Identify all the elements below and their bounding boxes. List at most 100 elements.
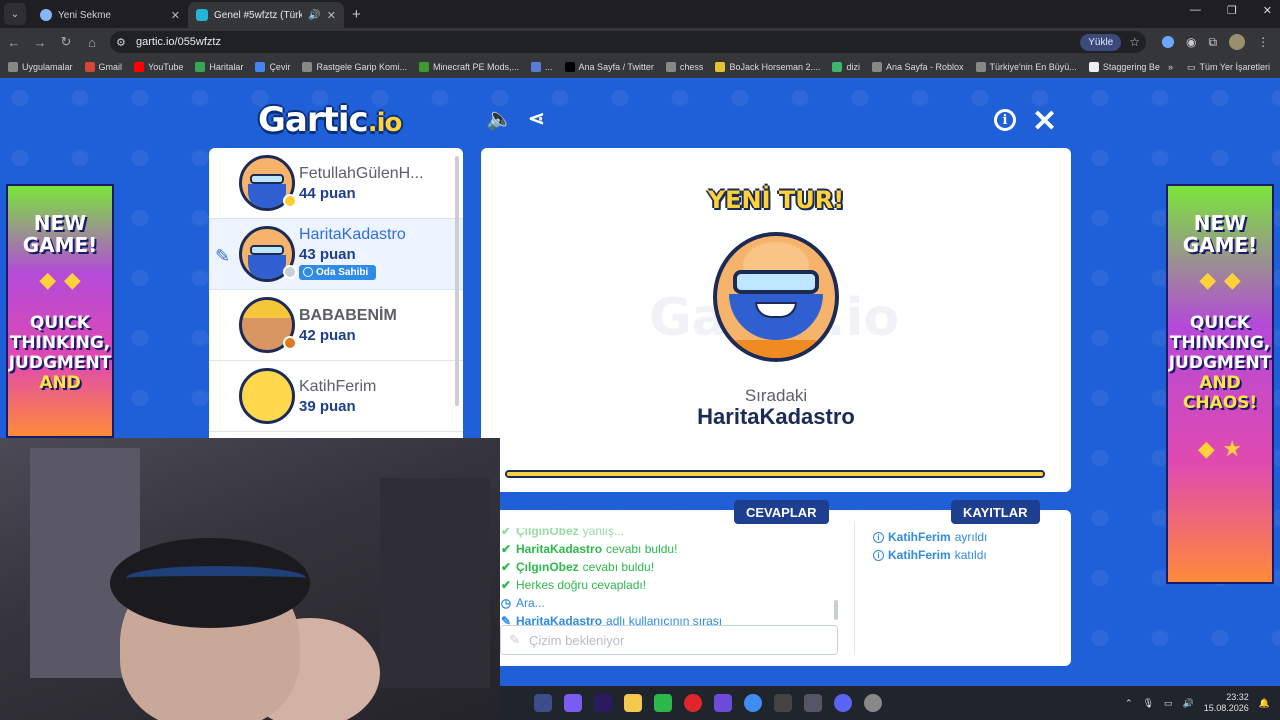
- bookmark-random[interactable]: Rastgele Garip Komi...: [302, 62, 407, 72]
- home-icon[interactable]: ⌂: [80, 35, 104, 50]
- address-bar[interactable]: ⚙ gartic.io/055wfztz Yükle ☆: [110, 31, 1146, 53]
- teams-icon[interactable]: [714, 694, 732, 712]
- player-status-badge: [283, 265, 297, 279]
- new-tab-button[interactable]: +: [352, 6, 361, 23]
- bookmark-gmail[interactable]: Gmail: [84, 62, 122, 72]
- extensions-puzzle-icon[interactable]: ⧉: [1208, 35, 1217, 50]
- taskbar-clock[interactable]: 23:32 15.08.2026: [1204, 692, 1249, 714]
- share-icon[interactable]: ⋖: [528, 106, 545, 131]
- close-window-icon[interactable]: ✕: [1263, 4, 1272, 17]
- tab-close-icon[interactable]: ✕: [171, 9, 180, 22]
- tab-new-tab[interactable]: Yeni Sekme ✕: [32, 2, 188, 28]
- file-explorer-icon[interactable]: [624, 694, 642, 712]
- chrome-icon[interactable]: [744, 694, 762, 712]
- tab-logs[interactable]: KAYITLAR: [951, 500, 1040, 524]
- answer-message: ◷ Ara...: [500, 596, 545, 610]
- site-info-icon[interactable]: ⚙: [116, 36, 132, 49]
- minecraft-icon: [419, 62, 429, 72]
- check-icon: ✔: [500, 560, 512, 574]
- bookmark-youtube[interactable]: YouTube: [134, 62, 183, 72]
- vpn-icon[interactable]: [654, 694, 672, 712]
- player-list-scrollbar[interactable]: [455, 156, 459, 406]
- player-name: KatihFerim: [299, 377, 377, 395]
- player-row[interactable]: KatihFerim 39 puan: [209, 361, 463, 432]
- reload-icon[interactable]: ↻: [54, 34, 78, 50]
- ad-body: QUICK THINKING, JUDGMENT AND CHAOS!: [1168, 313, 1272, 413]
- bookmark-icon: [531, 62, 542, 72]
- bookmark-roblox[interactable]: Ana Sayfa - Roblox: [872, 62, 964, 72]
- bookmark-misc[interactable]: ...: [531, 62, 553, 72]
- ad-body: QUICK THINKING, JUDGMENT AND: [8, 313, 112, 393]
- sound-icon[interactable]: 🔈: [486, 106, 513, 132]
- roblox-icon: [872, 62, 882, 72]
- discord-icon[interactable]: [834, 694, 852, 712]
- translate-icon: [255, 62, 266, 72]
- bookmarks-bar: Uygulamalar Gmail YouTube Haritalar Çevi…: [0, 56, 1280, 78]
- exit-room-icon[interactable]: ✕: [1032, 104, 1057, 139]
- player-row[interactable]: HaritaKadastro 43 puan Oda Sahibi: [209, 219, 463, 290]
- taskbar-app-icon[interactable]: [864, 694, 882, 712]
- volume-icon[interactable]: 🔊: [1183, 698, 1194, 709]
- microphone-icon[interactable]: 🎙: [1143, 698, 1154, 709]
- bookmark-minecraft[interactable]: Minecraft PE Mods,...: [419, 62, 519, 72]
- answer-input-placeholder: Çizim bekleniyor: [529, 632, 625, 648]
- bookmark-icon: [715, 62, 726, 72]
- gmail-icon: [84, 62, 95, 72]
- bookmark-maps[interactable]: Haritalar: [195, 62, 243, 72]
- minimize-icon[interactable]: —: [1190, 4, 1201, 17]
- taskbar-app-icon[interactable]: [774, 694, 792, 712]
- bookmark-turkey[interactable]: Türkiye'nin En Büyü...: [975, 62, 1077, 72]
- player-list: FetullahGülenH... 44 puan HaritaKadastro…: [209, 148, 463, 448]
- answer-input[interactable]: ✎ Çizim bekleniyor: [500, 625, 838, 655]
- forward-icon[interactable]: →: [28, 35, 52, 50]
- all-bookmarks-button[interactable]: ▭ Tüm Yer İşaretleri: [1187, 62, 1270, 73]
- bookmark-translate[interactable]: Çevir: [255, 62, 290, 72]
- bookmark-dizi[interactable]: dizi: [832, 62, 860, 72]
- bookmark-apps[interactable]: Uygulamalar: [8, 62, 73, 72]
- bookmark-bojack[interactable]: BoJack Horseman 2....: [715, 62, 820, 72]
- youtube-icon: [134, 62, 145, 72]
- gartic-logo[interactable]: Gartic.io: [258, 100, 402, 140]
- player-score: 44 puan: [299, 184, 356, 202]
- url-text[interactable]: gartic.io/055wfztz: [136, 36, 1080, 48]
- player-score: 42 puan: [299, 326, 356, 344]
- bookmark-star-icon[interactable]: ☆: [1129, 35, 1140, 49]
- answers-scrollbar[interactable]: [834, 600, 838, 620]
- notification-bell-icon[interactable]: 🔔: [1259, 698, 1270, 709]
- tab-answers[interactable]: CEVAPLAR: [734, 500, 829, 524]
- taskbar-app-icon[interactable]: [804, 694, 822, 712]
- back-icon[interactable]: ←: [2, 35, 26, 50]
- network-icon[interactable]: ▭: [1164, 698, 1173, 709]
- extension-icon[interactable]: [1162, 36, 1174, 48]
- system-tray: ⌃ 🎙 ▭ 🔊 23:32 15.08.2026 🔔: [1125, 686, 1270, 720]
- tab-gartic[interactable]: Genel #5wfztz (Türkçe) - Ga 🔊 ✕: [188, 2, 344, 28]
- premiere-icon[interactable]: [594, 694, 612, 712]
- webcam-background-shelf: [380, 478, 490, 688]
- player-row[interactable]: FetullahGülenH... 44 puan: [209, 148, 463, 219]
- bookmark-chess[interactable]: chess: [665, 62, 703, 72]
- advertisement-left[interactable]: NEW GAME! ◆ ◆ QUICK THINKING, JUDGMENT A…: [6, 184, 114, 438]
- answer-message: ✔ Herkes doğru cevapladı!: [500, 578, 647, 592]
- tab-close-icon[interactable]: ✕: [327, 9, 336, 22]
- log-message: i KatihFerim ayrıldı: [873, 528, 1063, 546]
- owner-icon: [303, 267, 313, 278]
- audio-playing-icon[interactable]: 🔊: [308, 10, 320, 21]
- advertisement-right[interactable]: NEW GAME! ◆ ◆ QUICK THINKING, JUDGMENT A…: [1166, 184, 1274, 584]
- extension-icon[interactable]: ◉: [1186, 35, 1196, 49]
- pencil-icon: ✎: [509, 632, 520, 647]
- restore-icon[interactable]: ❐: [1227, 4, 1237, 17]
- tab-search-button[interactable]: ⌄: [4, 3, 26, 25]
- install-button[interactable]: Yükle: [1080, 33, 1122, 51]
- more-bookmarks-icon[interactable]: »: [1168, 62, 1173, 72]
- tab-title: Genel #5wfztz (Türkçe) - Ga: [214, 9, 303, 21]
- menu-kebab-icon[interactable]: ⋮: [1257, 35, 1269, 49]
- info-icon[interactable]: i: [994, 109, 1016, 131]
- player-status-badge: [283, 336, 297, 350]
- player-row[interactable]: BABABENİM 42 puan: [209, 290, 463, 361]
- opera-icon[interactable]: [684, 694, 702, 712]
- profile-avatar[interactable]: [1229, 34, 1246, 50]
- taskbar-app-icon[interactable]: [534, 694, 552, 712]
- tray-chevron-icon[interactable]: ⌃: [1125, 698, 1133, 709]
- copilot-icon[interactable]: [564, 694, 582, 712]
- bookmark-twitter[interactable]: Ana Sayfa / Twitter: [564, 62, 654, 72]
